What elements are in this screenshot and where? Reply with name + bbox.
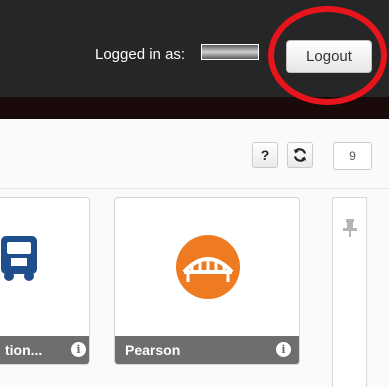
tile-name: Pearson [125, 342, 181, 358]
logout-button[interactable]: Logout [286, 40, 372, 73]
pin-icon[interactable] [343, 219, 357, 237]
header-shadow-bar [0, 97, 389, 119]
tile-footer: tion... i [0, 336, 89, 364]
tile-name: tion... [5, 342, 43, 358]
info-icon[interactable]: i [276, 342, 291, 357]
pearson-bridge-logo [176, 235, 240, 299]
refresh-button[interactable] [287, 142, 313, 168]
logged-in-label: Logged in as: [95, 46, 186, 63]
app-root: Logged in as: Logout ? 9 tion... i Pears… [0, 0, 389, 387]
app-tile-pearson[interactable]: Pearson i [114, 197, 300, 365]
bus-icon [1, 236, 37, 281]
app-tile[interactable]: tion... i [0, 197, 90, 365]
refresh-icon [293, 148, 307, 162]
help-button[interactable]: ? [252, 142, 278, 168]
page-size-field[interactable]: 9 [333, 142, 372, 170]
info-icon[interactable]: i [71, 342, 86, 357]
tile-footer: Pearson i [115, 336, 299, 364]
toolbar-divider [0, 188, 389, 189]
redacted-username [201, 44, 259, 60]
